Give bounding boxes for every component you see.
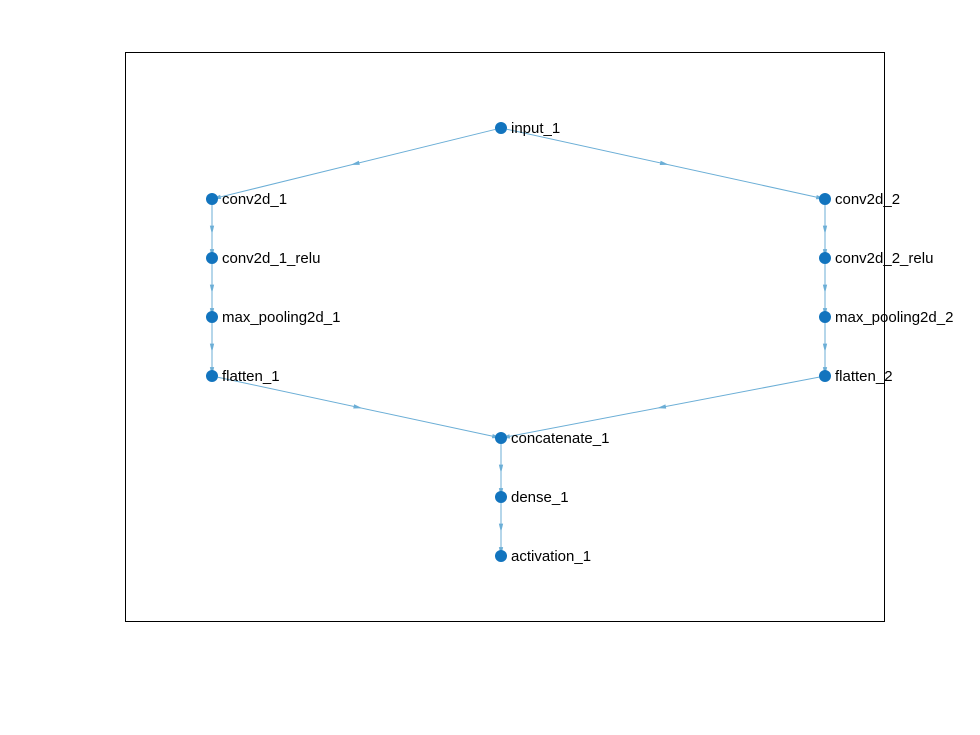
node-dot[interactable]	[206, 252, 218, 264]
axes-border	[125, 52, 885, 622]
node-dot[interactable]	[206, 193, 218, 205]
node-label: conv2d_1_relu	[222, 250, 320, 267]
node-label: conv2d_2	[835, 191, 900, 208]
node-dot[interactable]	[495, 550, 507, 562]
node-label: conv2d_1	[222, 191, 287, 208]
node-label: concatenate_1	[511, 430, 609, 447]
node-dot[interactable]	[495, 432, 507, 444]
node-dot[interactable]	[495, 122, 507, 134]
node-label: flatten_1	[222, 368, 280, 385]
figure-canvas: input_1 conv2d_1 conv2d_2 conv2d_1_relu conv…	[0, 0, 980, 735]
node-dot[interactable]	[819, 193, 831, 205]
node-label: activation_1	[511, 548, 591, 565]
node-dot[interactable]	[206, 311, 218, 323]
node-label: max_pooling2d_2	[835, 309, 953, 326]
node-dot[interactable]	[495, 491, 507, 503]
node-label: flatten_2	[835, 368, 893, 385]
node-label: conv2d_2_relu	[835, 250, 933, 267]
node-dot[interactable]	[819, 252, 831, 264]
node-label: dense_1	[511, 489, 569, 506]
node-label: max_pooling2d_1	[222, 309, 340, 326]
node-label: input_1	[511, 120, 560, 137]
node-dot[interactable]	[206, 370, 218, 382]
node-dot[interactable]	[819, 311, 831, 323]
node-dot[interactable]	[819, 370, 831, 382]
